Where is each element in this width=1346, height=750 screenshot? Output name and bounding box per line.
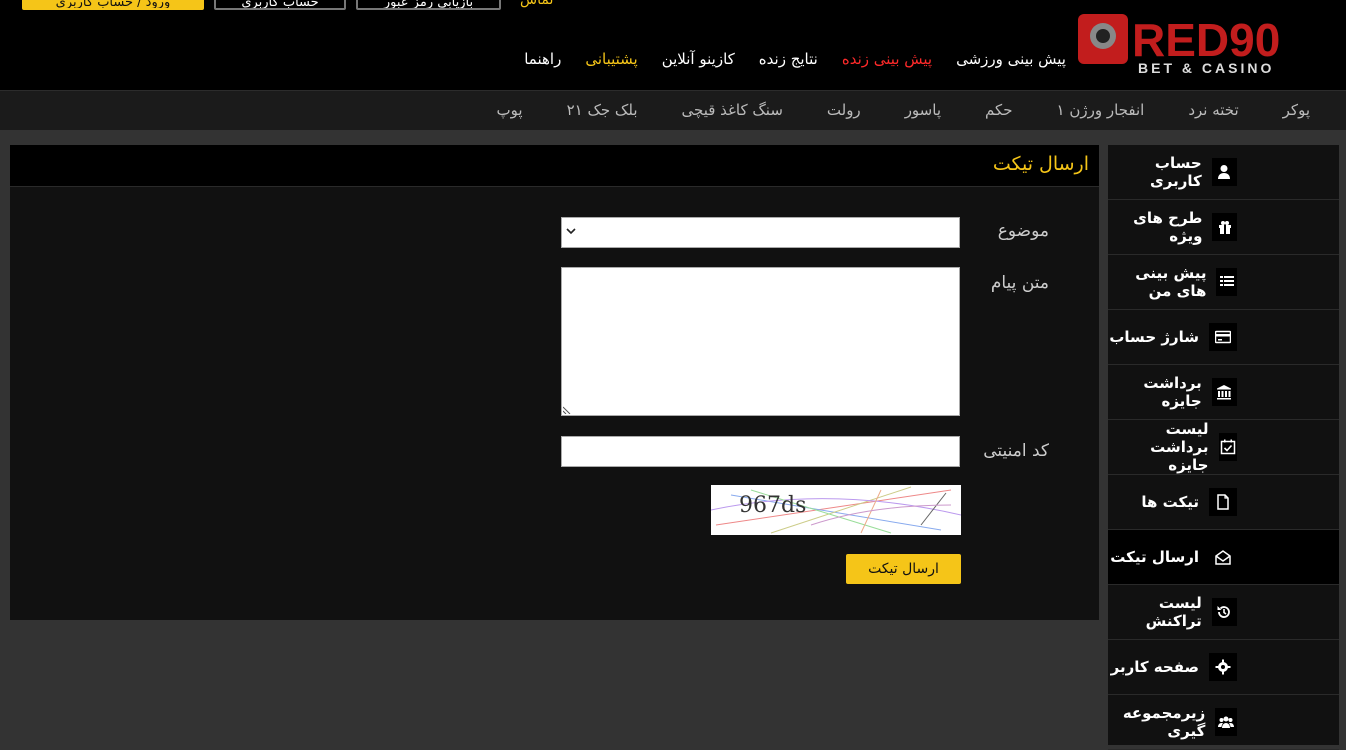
sidebar-item-label: ارسال تیکت [1110, 548, 1199, 566]
site-logo[interactable]: RED90 BET & CASINO [1078, 12, 1328, 76]
games-nav-item[interactable]: پاسور [905, 101, 941, 119]
logo-graphic: RED90 BET & CASINO [1078, 14, 1280, 76]
chevron-down-icon [566, 228, 576, 235]
nav-live-betting[interactable]: پیش بینی زنده [842, 50, 932, 68]
nav-help[interactable]: راهنما [524, 50, 561, 68]
logo-brand: RED90 [1132, 14, 1280, 66]
sidebar-item-label: حساب کاربری [1150, 154, 1202, 190]
nav-support[interactable]: پشتیبانی [585, 50, 637, 68]
games-nav-item[interactable]: پوپ [497, 101, 523, 119]
submit-ticket-button[interactable]: ارسال تیکت [846, 554, 961, 584]
credit-card-icon [1209, 323, 1237, 351]
top-buttons: ورود / حساب کاربری حساب کاربری بازیابی ر… [22, 0, 501, 10]
games-nav-item[interactable]: رولت [827, 101, 861, 119]
gear-icon [1209, 653, 1237, 681]
sidebar-item-label: پیش بینی های من [1135, 264, 1207, 300]
bank-icon [1211, 378, 1237, 406]
main-nav: پیش بینی ورزشی پیش بینی زنده نتایج زنده … [500, 50, 1066, 68]
list-icon [1216, 268, 1237, 296]
games-nav-item[interactable]: پوکر [1283, 101, 1310, 119]
sidebar-item-account[interactable]: حساب کاربری [1108, 145, 1339, 200]
account-button[interactable]: حساب کاربری [214, 0, 346, 10]
message-label: متن پیام [990, 273, 1049, 293]
captcha-text: 967ds [739, 493, 807, 518]
envelope-open-icon [1209, 543, 1237, 571]
sidebar-item-transactions[interactable]: لیست تراکنش [1108, 585, 1339, 640]
games-nav-item[interactable]: سنگ کاغذ قیچی [682, 101, 783, 119]
page-title: ارسال تیکت [10, 145, 1099, 187]
security-code-label: کد امنیتی [983, 441, 1049, 461]
message-textarea[interactable] [561, 267, 960, 416]
sidebar-item-user-page[interactable]: صفحه کاربر [1108, 640, 1339, 695]
nav-sports-betting[interactable]: پیش بینی ورزشی [956, 50, 1066, 68]
calendar-check-icon [1218, 433, 1237, 461]
sidebar-item-label: برداشت جایزه [1143, 374, 1202, 410]
sidebar-item-label: صفحه کاربر [1110, 658, 1199, 676]
nav-live-results[interactable]: نتایج زنده [759, 50, 818, 68]
sidebar-item-label: شارژ حساب [1109, 328, 1199, 346]
sidebar-item-send-ticket[interactable]: ارسال تیکت [1108, 530, 1339, 585]
sidebar-item-my-bets[interactable]: پیش بینی های من [1108, 255, 1339, 310]
history-icon [1211, 598, 1237, 626]
games-nav-item[interactable]: انفجار ورژن ۱ [1057, 101, 1145, 119]
resize-handle-icon[interactable] [563, 405, 572, 414]
sidebar-item-label: طرح های ویژه [1133, 209, 1203, 245]
users-icon [1215, 708, 1237, 736]
login-button[interactable]: ورود / حساب کاربری [22, 0, 204, 10]
contact-link[interactable]: تماس [520, 0, 553, 8]
gift-icon [1212, 213, 1237, 241]
sidebar-item-label: لیست تراکنش [1145, 594, 1202, 630]
captcha-image: 967ds [711, 485, 961, 535]
header: ورود / حساب کاربری حساب کاربری بازیابی ر… [0, 0, 1346, 90]
sidebar-item-deposit[interactable]: شارژ حساب [1108, 310, 1339, 365]
file-icon [1209, 488, 1237, 516]
account-sidebar: حساب کاربری طرح های ویژه پیش بینی های من… [1108, 145, 1339, 750]
subject-select[interactable] [561, 217, 960, 248]
sidebar-item-withdraw[interactable]: برداشت جایزه [1108, 365, 1339, 420]
recover-password-button[interactable]: بازیابی رمز عبور [356, 0, 501, 10]
security-code-input[interactable] [561, 436, 960, 467]
sidebar-item-label: لیست برداشت جایزه [1150, 420, 1209, 474]
send-ticket-panel: ارسال تیکت موضوع متن پیام کد امنیتی 967d… [10, 145, 1099, 620]
sidebar-item-label: تیکت ها [1141, 493, 1199, 511]
games-nav-item[interactable]: تخته نرد [1188, 101, 1238, 119]
sidebar-item-withdraw-list[interactable]: لیست برداشت جایزه [1108, 420, 1339, 475]
sidebar-item-special-plans[interactable]: طرح های ویژه [1108, 200, 1339, 255]
user-icon [1211, 158, 1237, 186]
sidebar-item-referral[interactable]: زیرمجموعه گیری [1108, 695, 1339, 750]
nav-online-casino[interactable]: کازینو آنلاین [662, 50, 735, 68]
sidebar-item-tickets[interactable]: تیکت ها [1108, 475, 1339, 530]
subject-label: موضوع [997, 221, 1049, 241]
games-nav-item[interactable]: بلک جک ۲۱ [567, 101, 638, 119]
games-nav: پوکر تخته نرد انفجار ورژن ۱ حکم پاسور رو… [0, 90, 1346, 130]
games-nav-item[interactable]: حکم [985, 101, 1013, 119]
logo-tagline: BET & CASINO [1138, 60, 1274, 76]
